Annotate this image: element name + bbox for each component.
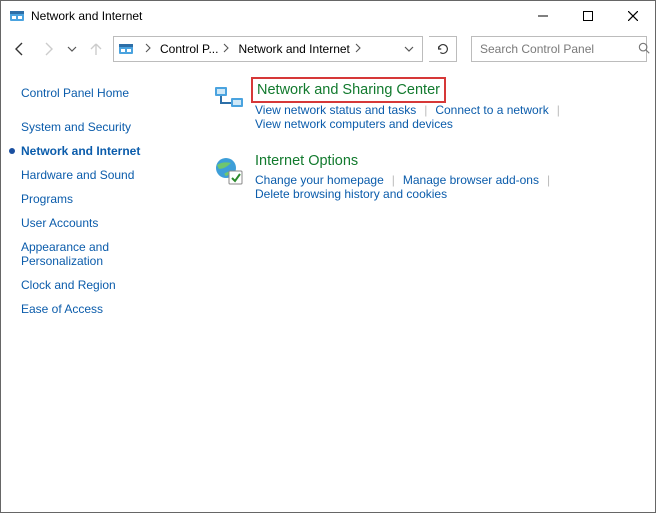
chevron-right-icon bbox=[354, 42, 362, 56]
link-view-network-status[interactable]: View network status and tasks bbox=[255, 103, 416, 117]
link-view-network-computers[interactable]: View network computers and devices bbox=[255, 117, 453, 131]
sidebar-item-label: Hardware and Sound bbox=[21, 168, 134, 182]
control-panel-icon bbox=[118, 41, 134, 57]
forward-button[interactable] bbox=[37, 35, 59, 63]
control-panel-icon bbox=[9, 8, 25, 24]
section-internet-options: Internet Options Change your homepage | … bbox=[213, 153, 637, 201]
sidebar-item-appearance[interactable]: Appearance and Personalization bbox=[21, 235, 193, 273]
internet-options-icon bbox=[213, 155, 245, 187]
breadcrumb-control-panel[interactable]: Control P... bbox=[156, 42, 234, 56]
sidebar-item-label: Ease of Access bbox=[21, 302, 103, 316]
link-connect-network[interactable]: Connect to a network bbox=[435, 103, 548, 117]
search-icon[interactable] bbox=[637, 41, 651, 58]
address-dropdown[interactable] bbox=[400, 37, 418, 61]
search-input[interactable] bbox=[478, 41, 637, 57]
link-delete-history[interactable]: Delete browsing history and cookies bbox=[255, 187, 447, 201]
minimize-button[interactable] bbox=[520, 1, 565, 31]
divider: | bbox=[557, 103, 560, 117]
chevron-right-icon bbox=[222, 42, 230, 56]
maximize-button[interactable] bbox=[565, 1, 610, 31]
breadcrumb-current[interactable]: Network and Internet bbox=[234, 42, 365, 56]
sidebar-item-programs[interactable]: Programs bbox=[21, 187, 193, 211]
network-sharing-icon bbox=[213, 83, 245, 115]
sidebar-item-label: User Accounts bbox=[21, 216, 98, 230]
sidebar-item-control-panel-home[interactable]: Control Panel Home bbox=[21, 81, 193, 105]
up-button[interactable] bbox=[85, 35, 107, 63]
sidebar-item-label: Appearance and Personalization bbox=[21, 240, 193, 268]
sidebar-item-ease-of-access[interactable]: Ease of Access bbox=[21, 297, 193, 321]
link-manage-addons[interactable]: Manage browser add-ons bbox=[403, 173, 539, 187]
sidebar: Control Panel Home System and Security N… bbox=[1, 67, 201, 512]
body: Control Panel Home System and Security N… bbox=[1, 67, 655, 512]
address-bar[interactable]: Control P... Network and Internet bbox=[113, 36, 423, 62]
breadcrumb-root[interactable] bbox=[136, 42, 156, 56]
window-title: Network and Internet bbox=[31, 9, 520, 23]
sidebar-item-network-internet[interactable]: Network and Internet bbox=[21, 139, 193, 163]
sidebar-item-clock-region[interactable]: Clock and Region bbox=[21, 273, 193, 297]
sidebar-item-hardware-sound[interactable]: Hardware and Sound bbox=[21, 163, 193, 187]
back-button[interactable] bbox=[9, 35, 31, 63]
sidebar-item-label: System and Security bbox=[21, 120, 131, 134]
title-bar: Network and Internet bbox=[1, 1, 655, 31]
search-box[interactable] bbox=[471, 36, 647, 62]
sidebar-item-user-accounts[interactable]: User Accounts bbox=[21, 211, 193, 235]
sidebar-item-label: Clock and Region bbox=[21, 278, 116, 292]
content-pane: Network and Sharing Center View network … bbox=[201, 67, 655, 512]
chevron-right-icon bbox=[144, 42, 152, 56]
refresh-button[interactable] bbox=[429, 36, 457, 62]
sidebar-item-label: Control Panel Home bbox=[21, 86, 129, 100]
section-network-sharing: Network and Sharing Center View network … bbox=[213, 81, 637, 131]
sidebar-item-system-security[interactable]: System and Security bbox=[21, 115, 193, 139]
divider: | bbox=[547, 173, 550, 187]
sidebar-item-label: Programs bbox=[21, 192, 73, 206]
link-change-homepage[interactable]: Change your homepage bbox=[255, 173, 384, 187]
toolbar: Control P... Network and Internet bbox=[1, 31, 655, 67]
divider: | bbox=[424, 103, 427, 117]
window-controls bbox=[520, 1, 655, 31]
internet-options-link[interactable]: Internet Options bbox=[255, 153, 358, 169]
divider: | bbox=[392, 173, 395, 187]
recent-locations-button[interactable] bbox=[65, 35, 79, 63]
sidebar-item-label: Network and Internet bbox=[21, 144, 140, 158]
breadcrumb-label: Control P... bbox=[160, 42, 218, 56]
active-indicator bbox=[9, 148, 15, 154]
breadcrumb-label: Network and Internet bbox=[238, 42, 349, 56]
network-sharing-center-link[interactable]: Network and Sharing Center bbox=[255, 81, 442, 99]
close-button[interactable] bbox=[610, 1, 655, 31]
